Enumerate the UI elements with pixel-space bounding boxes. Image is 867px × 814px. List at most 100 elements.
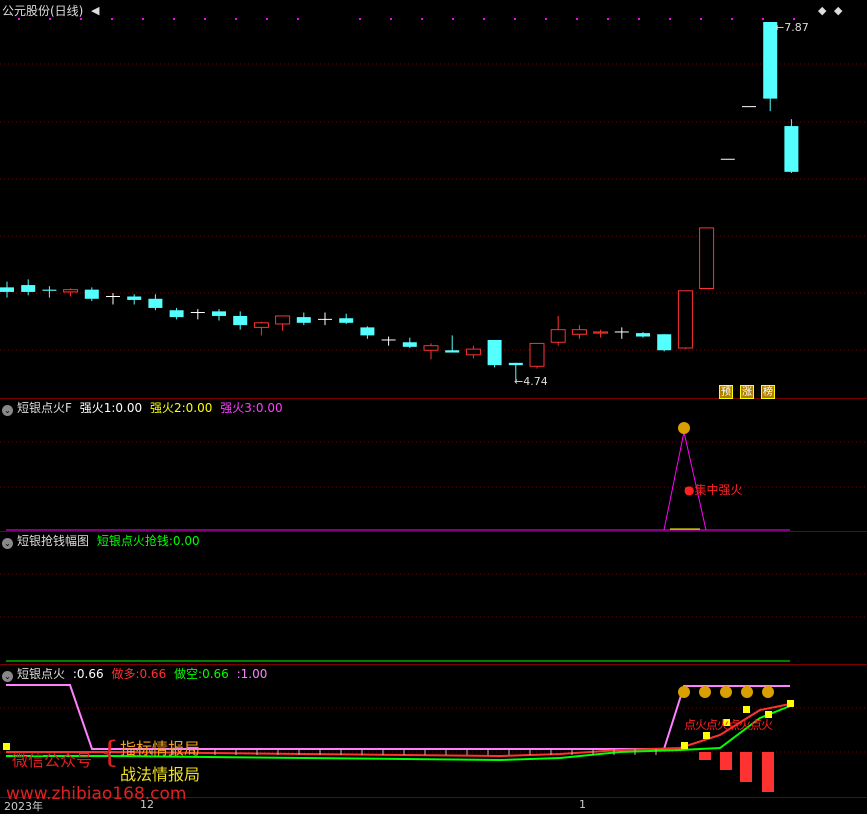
watermark-wechat: 微信公众号 xyxy=(12,751,93,770)
panel-toggle-icon[interactable]: ⌄ xyxy=(2,671,13,682)
candle-body xyxy=(784,126,799,172)
candle-body xyxy=(402,342,417,347)
candle-body xyxy=(253,322,269,328)
panel1-v3-label: 强火3: xyxy=(220,401,256,415)
panel2-name: 短银抢钱幅图 xyxy=(17,534,90,548)
panel1-annotation: ●集中强火 xyxy=(684,483,743,497)
panel3-v2-label: 做空: xyxy=(174,667,203,681)
candle-body xyxy=(339,318,354,323)
candle-body xyxy=(21,285,36,292)
top-marker-dot xyxy=(483,18,485,20)
top-marker-dot xyxy=(359,18,361,20)
panel3-v1-label: 做多: xyxy=(111,667,140,681)
candle-body xyxy=(296,317,311,323)
candle-body xyxy=(233,315,248,326)
money-bag-icon xyxy=(720,686,732,698)
panel3-bar xyxy=(762,752,774,792)
top-marker-dot xyxy=(638,18,640,20)
panel3-v3: 1.00 xyxy=(240,667,268,681)
top-marker-dot xyxy=(700,18,702,20)
money-bag-icon xyxy=(741,686,753,698)
candle-body xyxy=(84,289,99,299)
top-marker-dot xyxy=(607,18,609,20)
top-marker-dot xyxy=(514,18,516,20)
top-marker-dot xyxy=(173,18,175,20)
top-marker-dot xyxy=(762,18,764,20)
candle-body xyxy=(593,331,609,334)
candle-body xyxy=(465,348,481,356)
pane-separator-2 xyxy=(0,531,867,532)
candle-body xyxy=(63,289,79,293)
candle-body xyxy=(0,287,14,292)
panel-toggle-icon[interactable]: ⌄ xyxy=(2,405,13,416)
panel3-signal-square xyxy=(743,706,750,713)
watermark-line1: 指标情报局 xyxy=(120,739,201,758)
panel1-v2-label: 强火2: xyxy=(149,401,186,415)
badge-yu[interactable]: 预 xyxy=(719,385,733,399)
panel3-v2: 0.66 xyxy=(202,667,229,681)
top-marker-dot xyxy=(669,18,671,20)
panel1-v3: 0.00 xyxy=(255,401,283,415)
candle-body xyxy=(636,333,650,337)
top-marker-dot xyxy=(452,18,454,20)
panel3-annotation: 点火点火点火点火 xyxy=(684,718,773,732)
money-bag-icon xyxy=(762,686,774,698)
candle-body xyxy=(275,315,291,325)
panel3-signal-square xyxy=(681,742,688,749)
nav-close-icon[interactable]: ◆ xyxy=(834,4,842,17)
panel-toggle-icon[interactable]: ⌄ xyxy=(2,538,13,549)
top-marker-dot xyxy=(111,18,113,20)
watermark-brace: { xyxy=(100,735,120,770)
candle-body xyxy=(42,289,57,291)
main-title: 公元股份(日线) xyxy=(2,4,84,18)
low-price-label: ←4.74 xyxy=(514,375,548,388)
pane-separator-1 xyxy=(0,398,867,399)
panel3-bar xyxy=(699,752,711,760)
candle-body xyxy=(550,329,566,343)
panel3-bar xyxy=(720,752,732,770)
nav-left-icon[interactable]: ◀ xyxy=(91,4,99,17)
high-price-label: ←7.87 xyxy=(775,21,809,34)
top-marker-dot xyxy=(142,18,144,20)
panel3-name: 短银点火 xyxy=(17,667,66,681)
candle-body xyxy=(571,329,587,335)
nav-right-icon[interactable]: ◆ xyxy=(818,4,826,17)
main-header: 公元股份(日线) xyxy=(2,3,87,19)
candle-body xyxy=(148,298,163,308)
panel1-header: ⌄ 短银点火F 强火1:0.00 强火2:0.00 强火3:0.00 xyxy=(0,400,287,416)
xaxis-label-year: 2023年 xyxy=(4,800,43,813)
top-marker-dot xyxy=(576,18,578,20)
watermark-line2: 战法情报局 xyxy=(120,765,201,784)
panel3-signal-square xyxy=(3,743,10,750)
panel3-header: ⌄ 短银点火 :0.66 做多:0.66 做空:0.66 :1.00 xyxy=(0,666,271,682)
top-marker-dot xyxy=(421,18,423,20)
top-marker-dot xyxy=(297,18,299,20)
candle-body xyxy=(127,296,142,300)
top-marker-dot xyxy=(793,18,795,20)
panel3-bar xyxy=(740,752,752,782)
money-bag-icon xyxy=(678,686,690,698)
candle-body xyxy=(487,339,502,366)
top-marker-dot xyxy=(266,18,268,20)
candle-body xyxy=(508,362,523,366)
panel3-signal-square xyxy=(787,700,794,707)
candle-body xyxy=(212,311,226,316)
panel1-v1: 0.00 xyxy=(115,401,143,415)
candle-body xyxy=(169,310,184,318)
panel3-signal-square xyxy=(703,732,710,739)
candle-body xyxy=(657,334,672,351)
top-marker-dot xyxy=(204,18,206,20)
panel2-v1: 0.00 xyxy=(172,534,200,548)
top-marker-dot xyxy=(545,18,547,20)
candle-body xyxy=(360,327,375,336)
candle-body xyxy=(677,290,693,349)
pane-separator-3 xyxy=(0,664,867,665)
candle-body xyxy=(445,350,460,353)
candle-body xyxy=(423,345,439,351)
top-marker-dot xyxy=(235,18,237,20)
badge-bang[interactable]: 榜 xyxy=(761,385,775,399)
panel3-v0: 0.66 xyxy=(76,667,104,681)
badge-zhang[interactable]: 涨 xyxy=(740,385,754,399)
panel2-v1-label: 短银点火抢钱: xyxy=(96,534,173,548)
panel1-v1-label: 强火1: xyxy=(79,401,116,415)
